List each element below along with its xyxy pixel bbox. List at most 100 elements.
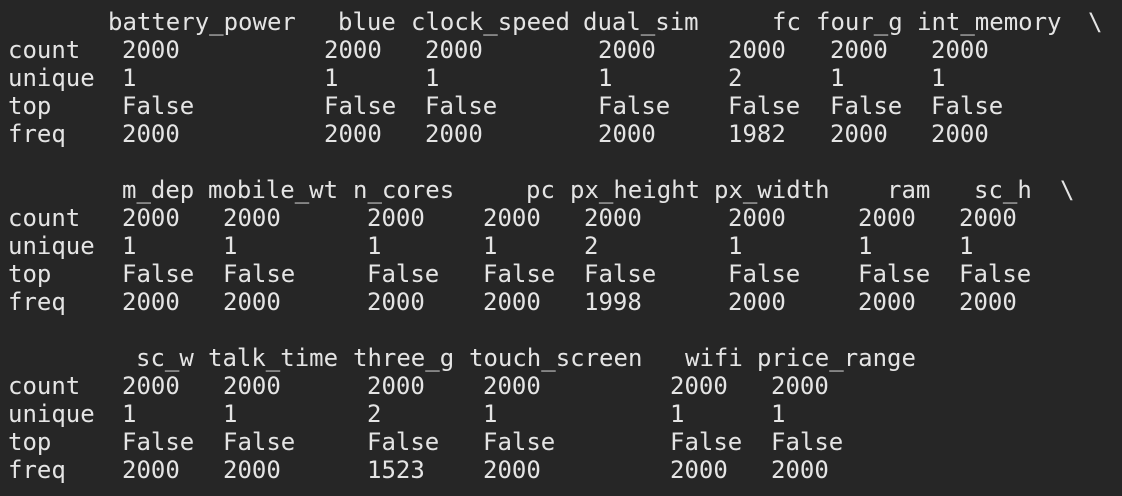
table-cell: 2000 bbox=[122, 120, 180, 148]
column-header: dual_sim bbox=[583, 8, 699, 36]
table-cell: 2000 bbox=[483, 372, 541, 400]
table-cell: 1 bbox=[931, 64, 946, 92]
table-cell: 2000 bbox=[367, 372, 425, 400]
table-cell: 2000 bbox=[483, 456, 541, 484]
table-cell: False bbox=[367, 260, 440, 288]
table-cell: 2000 bbox=[324, 36, 382, 64]
table-cell: 1 bbox=[483, 400, 498, 428]
column-header: price_range bbox=[757, 344, 916, 372]
table-cell: 2000 bbox=[425, 120, 483, 148]
table-cell: 2000 bbox=[830, 120, 888, 148]
table-cell: 2000 bbox=[959, 288, 1017, 316]
row-label: count bbox=[8, 372, 81, 400]
row-label: freq bbox=[8, 120, 66, 148]
table-cell: 1 bbox=[367, 232, 382, 260]
column-header: three_g bbox=[353, 344, 455, 372]
table-cell: 2000 bbox=[728, 288, 786, 316]
table-cell: False bbox=[483, 428, 556, 456]
row-label: unique bbox=[8, 400, 95, 428]
table-cell: 2000 bbox=[959, 204, 1017, 232]
table-cell: False bbox=[830, 92, 903, 120]
table-cell: 2000 bbox=[771, 456, 829, 484]
table-cell: 1 bbox=[959, 232, 974, 260]
table-cell: 1 bbox=[771, 400, 786, 428]
row-label: top bbox=[8, 92, 52, 120]
table-cell: 2000 bbox=[598, 120, 656, 148]
table-cell: False bbox=[959, 260, 1032, 288]
table-cell: 2000 bbox=[598, 36, 656, 64]
column-header: n_cores bbox=[353, 176, 455, 204]
table-cell: False bbox=[728, 260, 801, 288]
table-cell: 1 bbox=[223, 400, 238, 428]
table-cell: False bbox=[324, 92, 397, 120]
table-cell: 2000 bbox=[483, 288, 541, 316]
table-cell: 2000 bbox=[771, 372, 829, 400]
table-cell: 1 bbox=[324, 64, 339, 92]
column-header: m_dep bbox=[122, 176, 195, 204]
table-cell: 2000 bbox=[728, 204, 786, 232]
table-cell: 2000 bbox=[223, 456, 281, 484]
table-cell: 1523 bbox=[367, 456, 425, 484]
table-cell: False bbox=[425, 92, 498, 120]
table-cell: 1 bbox=[122, 400, 137, 428]
column-header: touch_screen bbox=[469, 344, 643, 372]
table-cell: 2000 bbox=[367, 288, 425, 316]
table-cell: 1 bbox=[122, 232, 137, 260]
column-header: battery_power bbox=[108, 8, 296, 36]
table-cell: 2000 bbox=[858, 288, 916, 316]
table-cell: False bbox=[223, 260, 296, 288]
table-cell: 2000 bbox=[122, 204, 180, 232]
table-cell: False bbox=[858, 260, 931, 288]
table-cell: 2000 bbox=[830, 36, 888, 64]
row-label: top bbox=[8, 260, 52, 288]
column-header: talk_time bbox=[208, 344, 339, 372]
table-cell: 1 bbox=[483, 232, 498, 260]
table-cell: 1 bbox=[830, 64, 845, 92]
row-label: unique bbox=[8, 232, 95, 260]
table-cell: 2000 bbox=[122, 288, 180, 316]
row-label: top bbox=[8, 428, 52, 456]
column-header: int_memory bbox=[917, 8, 1062, 36]
table-cell: False bbox=[223, 428, 296, 456]
table-cell: False bbox=[122, 92, 195, 120]
table-cell: 2000 bbox=[122, 456, 180, 484]
table-cell: False bbox=[122, 428, 195, 456]
table-cell: 2 bbox=[584, 232, 599, 260]
table-cell: 2000 bbox=[367, 204, 425, 232]
column-header: sc_h bbox=[974, 176, 1032, 204]
table-cell: 2000 bbox=[223, 372, 281, 400]
table-cell: 2000 bbox=[858, 204, 916, 232]
table-cell: False bbox=[584, 260, 657, 288]
table-cell: 2000 bbox=[425, 36, 483, 64]
table-cell: 2000 bbox=[931, 120, 989, 148]
row-label: count bbox=[8, 36, 81, 64]
table-cell: False bbox=[483, 260, 556, 288]
row-label: freq bbox=[8, 288, 66, 316]
table-cell: 1 bbox=[728, 232, 743, 260]
table-cell: 2000 bbox=[931, 36, 989, 64]
table-cell: False bbox=[771, 428, 844, 456]
table-cell: 2000 bbox=[324, 120, 382, 148]
line-continuation: \ bbox=[1060, 176, 1075, 204]
column-header: four_g bbox=[816, 8, 903, 36]
terminal-output: battery_power blue clock_speed dual_sim … bbox=[0, 0, 1122, 496]
table-cell: 2000 bbox=[223, 204, 281, 232]
table-cell: 2000 bbox=[223, 288, 281, 316]
table-cell: False bbox=[728, 92, 801, 120]
table-cell: 2000 bbox=[670, 372, 728, 400]
table-cell: False bbox=[670, 428, 743, 456]
table-cell: 1 bbox=[425, 64, 440, 92]
column-header: fc bbox=[772, 8, 801, 36]
row-label: freq bbox=[8, 456, 66, 484]
table-cell: 2000 bbox=[584, 204, 642, 232]
table-cell: 2000 bbox=[728, 36, 786, 64]
table-cell: False bbox=[122, 260, 195, 288]
column-header: clock_speed bbox=[411, 8, 570, 36]
line-continuation: \ bbox=[1088, 8, 1103, 36]
table-cell: 2 bbox=[728, 64, 743, 92]
table-cell: False bbox=[931, 92, 1004, 120]
column-header: wifi bbox=[685, 344, 743, 372]
column-header: px_height bbox=[570, 176, 701, 204]
table-cell: 2000 bbox=[483, 204, 541, 232]
row-label: unique bbox=[8, 64, 95, 92]
